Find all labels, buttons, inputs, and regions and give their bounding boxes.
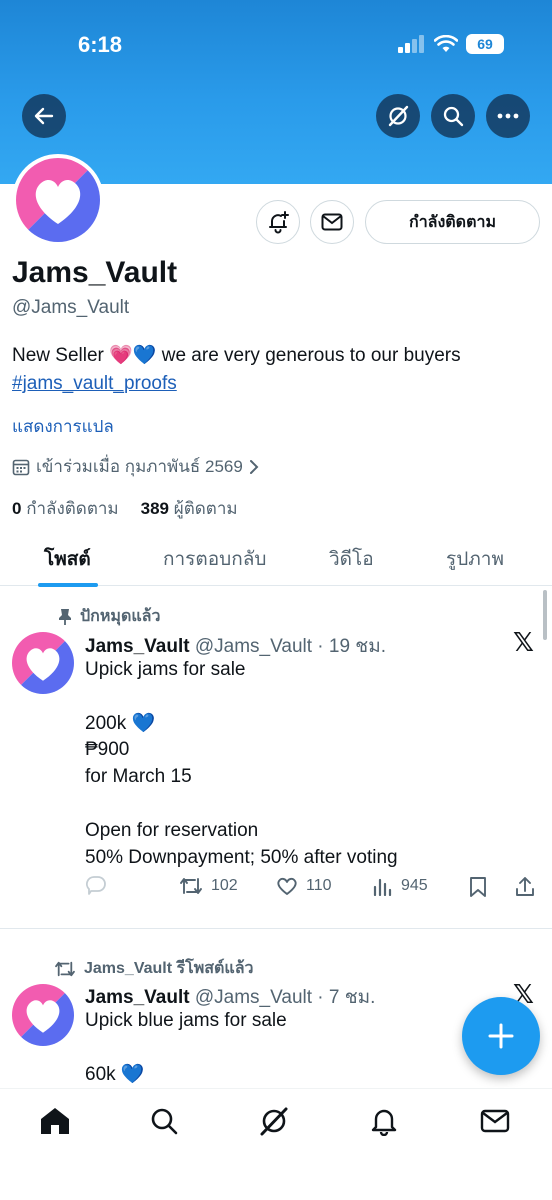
reply-bubble-icon [86, 876, 106, 895]
status-icons: 69 [398, 34, 504, 54]
nav-grok[interactable] [256, 1103, 292, 1139]
post-meta: @Jams_Vault · 19 ชม. [194, 636, 387, 657]
home-icon [41, 1108, 69, 1134]
post-text: Upick blue jams for sale 60k 💙 [85, 1010, 287, 1085]
more-dots-icon [497, 113, 519, 119]
profile-avatar[interactable] [12, 154, 104, 246]
repost-icon [180, 878, 202, 894]
grok-icon [260, 1107, 288, 1136]
tab-videos[interactable]: วิดีโอ [329, 544, 374, 574]
views-button[interactable]: 945 [373, 876, 428, 896]
show-translation-link[interactable]: แสดงการแปล [12, 413, 114, 440]
heart-icon [277, 877, 297, 895]
nav-messages[interactable] [477, 1103, 513, 1139]
envelope-icon [321, 213, 343, 231]
like-button[interactable]: 110 [276, 876, 332, 896]
repost-context-label[interactable]: Jams_Vault รีโพสต์แล้ว [54, 956, 254, 981]
followers-count-link[interactable]: 389 ผู้ติดตาม [141, 495, 238, 522]
join-date[interactable]: เข้าร่วมเมื่อ กุมภาพันธ์ 2569 [12, 453, 259, 480]
share-icon [516, 877, 534, 896]
post-text: Upick jams for sale 200k 💙 ₱900 for Marc… [85, 659, 398, 868]
battery-indicator: 69 [466, 34, 504, 54]
nav-home[interactable] [37, 1103, 73, 1139]
active-tab-indicator [38, 583, 98, 587]
tab-photos[interactable]: รูปภาพ [446, 544, 504, 574]
more-button[interactable] [486, 94, 530, 138]
pin-icon [59, 608, 71, 625]
bio-hashtag-link[interactable]: #jams_vault_proofs [12, 373, 177, 394]
wifi-icon [434, 35, 458, 52]
analytics-bars-icon [373, 878, 392, 896]
post-actions: 102 110 945 [85, 876, 540, 906]
search-button[interactable] [431, 94, 475, 138]
join-date-text: เข้าร่วมเมื่อ กุมภาพันธ์ 2569 [36, 457, 243, 476]
x-logo-icon: 𝕏 [513, 628, 534, 658]
tab-replies[interactable]: การตอบกลับ [163, 544, 266, 574]
profile-tabs: โพสต์ การตอบกลับ วิดีโอ รูปภาพ [0, 528, 552, 587]
message-button[interactable] [310, 200, 354, 244]
back-button[interactable] [22, 94, 66, 138]
bookmark-icon [470, 877, 486, 897]
post-author-name[interactable]: Jams_Vault [85, 987, 190, 1008]
post-author-avatar[interactable] [12, 984, 74, 1046]
bookmark-button[interactable] [469, 876, 487, 898]
post-meta: @Jams_Vault · 7 ชม. [194, 987, 376, 1008]
profile-bio: New Seller 💗💙 we are very generous to ou… [12, 342, 542, 398]
grok-icon [388, 105, 409, 127]
heart-avatar-image [12, 984, 74, 1046]
compose-post-button[interactable] [462, 997, 540, 1075]
post-divider [0, 928, 552, 929]
bell-plus-icon [269, 211, 289, 234]
plus-icon [488, 1023, 514, 1049]
envelope-icon [480, 1109, 510, 1133]
chevron-right-icon [249, 459, 259, 474]
search-icon [151, 1108, 178, 1135]
following-count-link[interactable]: 0 กำลังติดตาม [12, 495, 119, 522]
post-author-name[interactable]: Jams_Vault [85, 636, 190, 657]
scrollbar[interactable] [543, 590, 547, 640]
share-button[interactable] [514, 876, 536, 898]
grok-button[interactable] [376, 94, 420, 138]
bio-text: New Seller 💗💙 we are very generous to ou… [12, 345, 461, 366]
profile-handle: @Jams_Vault [12, 297, 130, 318]
arrow-left-icon [34, 107, 54, 125]
following-button[interactable]: กำลังติดตาม [365, 200, 540, 244]
pinned-label: ปักหมุดแล้ว [58, 604, 160, 629]
bottom-navigation [0, 1088, 552, 1200]
heart-avatar-image [16, 158, 100, 242]
search-icon [443, 106, 464, 127]
calendar-icon [12, 459, 30, 475]
display-name: Jams_Vault [12, 256, 178, 289]
notifications-toggle-button[interactable] [256, 200, 300, 244]
follow-counts: 0 กำลังติดตาม 389 ผู้ติดตาม [12, 495, 238, 522]
tab-posts[interactable]: โพสต์ [44, 544, 91, 574]
nav-search[interactable] [146, 1103, 182, 1139]
repost-icon [55, 961, 75, 976]
cellular-signal-icon [398, 35, 424, 53]
reply-button[interactable] [85, 876, 107, 896]
repost-button[interactable]: 102 [179, 876, 238, 896]
status-time: 6:18 [78, 32, 123, 57]
profile-banner [0, 0, 552, 184]
bell-icon [371, 1109, 397, 1136]
heart-avatar-image [12, 632, 74, 694]
nav-notifications[interactable] [366, 1103, 402, 1139]
post-author-avatar[interactable] [12, 632, 74, 694]
